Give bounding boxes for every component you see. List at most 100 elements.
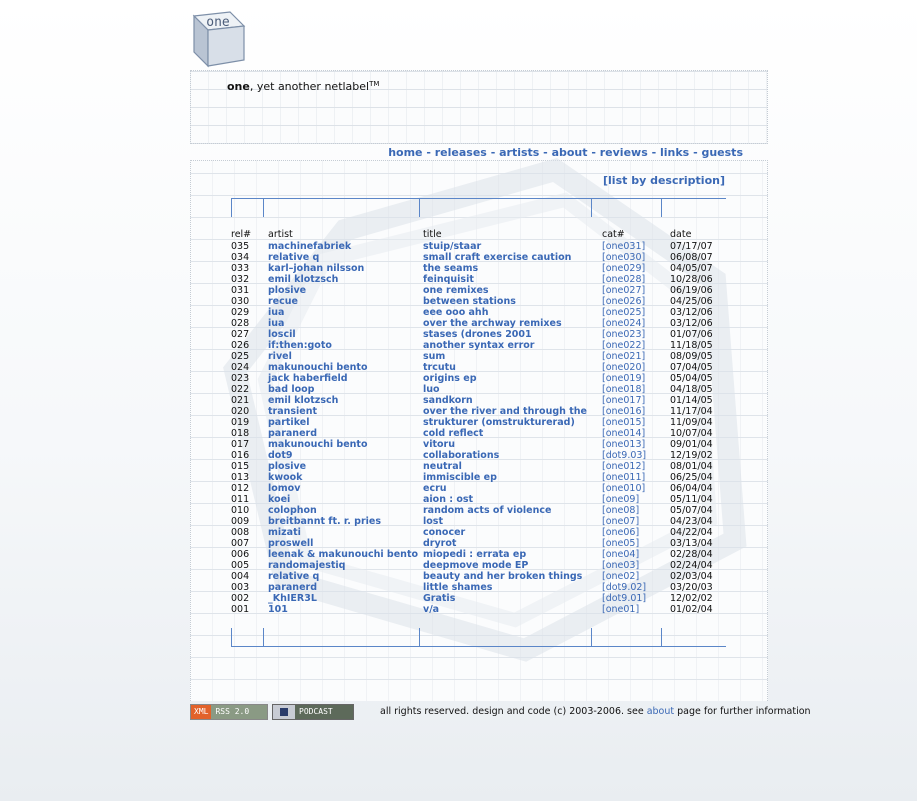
- cell-artist[interactable]: makunouchi bento: [268, 439, 423, 450]
- cell-artist[interactable]: emil klotzsch: [268, 274, 423, 285]
- cell-artist[interactable]: koei: [268, 494, 423, 505]
- nav-home[interactable]: home: [388, 146, 422, 159]
- cell-cat[interactable]: [one029]: [602, 263, 670, 274]
- logo-cube-icon[interactable]: one: [190, 8, 248, 68]
- cell-title[interactable]: over the river and through the: [423, 406, 602, 417]
- cell-title[interactable]: aion : ost: [423, 494, 602, 505]
- nav-releases[interactable]: releases: [435, 146, 487, 159]
- cell-artist[interactable]: recue: [268, 296, 423, 307]
- cell-title[interactable]: little shames: [423, 582, 602, 593]
- nav-about[interactable]: about: [552, 146, 588, 159]
- cell-cat[interactable]: [one019]: [602, 373, 670, 384]
- cell-artist[interactable]: 101: [268, 604, 423, 615]
- cell-artist[interactable]: jack haberfield: [268, 373, 423, 384]
- cell-cat[interactable]: [one025]: [602, 307, 670, 318]
- nav-guests[interactable]: guests: [701, 146, 743, 159]
- cell-artist[interactable]: karl–johan nilsson: [268, 263, 423, 274]
- cell-artist[interactable]: machinefabriek: [268, 241, 423, 252]
- cell-cat[interactable]: [one021]: [602, 351, 670, 362]
- nav-artists[interactable]: artists: [499, 146, 539, 159]
- about-link[interactable]: about: [647, 706, 674, 717]
- cell-title[interactable]: the seams: [423, 263, 602, 274]
- cell-title[interactable]: conocer: [423, 527, 602, 538]
- cell-title[interactable]: stuip/staar: [423, 241, 602, 252]
- cell-title[interactable]: eee ooo ahh: [423, 307, 602, 318]
- cell-cat[interactable]: [one015]: [602, 417, 670, 428]
- cell-title[interactable]: small craft exercise caution: [423, 252, 602, 263]
- cell-artist[interactable]: breitbannt ft. r. pries: [268, 516, 423, 527]
- cell-cat[interactable]: [one031]: [602, 241, 670, 252]
- cell-artist[interactable]: plosive: [268, 285, 423, 296]
- cell-cat[interactable]: [one023]: [602, 329, 670, 340]
- cell-cat[interactable]: [one030]: [602, 252, 670, 263]
- cell-cat[interactable]: [one028]: [602, 274, 670, 285]
- cell-artist[interactable]: transient: [268, 406, 423, 417]
- cell-cat[interactable]: [one05]: [602, 538, 670, 549]
- nav-reviews[interactable]: reviews: [600, 146, 648, 159]
- cell-artist[interactable]: rivel: [268, 351, 423, 362]
- cell-cat[interactable]: [one020]: [602, 362, 670, 373]
- cell-cat[interactable]: [one013]: [602, 439, 670, 450]
- cell-artist[interactable]: bad loop: [268, 384, 423, 395]
- cell-cat[interactable]: [one09]: [602, 494, 670, 505]
- cell-artist[interactable]: iua: [268, 318, 423, 329]
- cell-artist[interactable]: leenak & makunouchi bento: [268, 549, 423, 560]
- cell-title[interactable]: luo: [423, 384, 602, 395]
- cell-cat[interactable]: [one03]: [602, 560, 670, 571]
- cell-artist[interactable]: plosive: [268, 461, 423, 472]
- cell-artist[interactable]: partikel: [268, 417, 423, 428]
- cell-title[interactable]: origins ep: [423, 373, 602, 384]
- cell-artist[interactable]: paranerd: [268, 582, 423, 593]
- list-by-description-link[interactable]: [list by description]: [603, 174, 725, 187]
- cell-artist[interactable]: paranerd: [268, 428, 423, 439]
- cell-cat[interactable]: [one022]: [602, 340, 670, 351]
- cell-title[interactable]: stases (drones 2001: [423, 329, 602, 340]
- cell-artist[interactable]: lomov: [268, 483, 423, 494]
- cell-cat[interactable]: [one026]: [602, 296, 670, 307]
- cell-title[interactable]: feinquisit: [423, 274, 602, 285]
- cell-cat[interactable]: [one02]: [602, 571, 670, 582]
- cell-title[interactable]: between stations: [423, 296, 602, 307]
- cell-cat[interactable]: [one014]: [602, 428, 670, 439]
- cell-cat[interactable]: [one012]: [602, 461, 670, 472]
- cell-title[interactable]: another syntax error: [423, 340, 602, 351]
- cell-cat[interactable]: [one010]: [602, 483, 670, 494]
- cell-cat[interactable]: [one024]: [602, 318, 670, 329]
- cell-cat[interactable]: [one027]: [602, 285, 670, 296]
- cell-artist[interactable]: _KhIER3L: [268, 593, 423, 604]
- cell-artist[interactable]: iua: [268, 307, 423, 318]
- cell-title[interactable]: sum: [423, 351, 602, 362]
- rss-feed-badge[interactable]: XML RSS 2.0: [190, 704, 268, 720]
- cell-artist[interactable]: colophon: [268, 505, 423, 516]
- cell-title[interactable]: cold reflect: [423, 428, 602, 439]
- cell-title[interactable]: vitoru: [423, 439, 602, 450]
- cell-artist[interactable]: makunouchi bento: [268, 362, 423, 373]
- cell-cat[interactable]: [dot9.03]: [602, 450, 670, 461]
- cell-artist[interactable]: relative q: [268, 252, 423, 263]
- cell-artist[interactable]: mizati: [268, 527, 423, 538]
- nav-links[interactable]: links: [660, 146, 689, 159]
- cell-title[interactable]: beauty and her broken things: [423, 571, 602, 582]
- cell-title[interactable]: ecru: [423, 483, 602, 494]
- cell-title[interactable]: immiscible ep: [423, 472, 602, 483]
- cell-artist[interactable]: loscil: [268, 329, 423, 340]
- cell-cat[interactable]: [one07]: [602, 516, 670, 527]
- cell-cat[interactable]: [one018]: [602, 384, 670, 395]
- cell-cat[interactable]: [one016]: [602, 406, 670, 417]
- cell-artist[interactable]: randomajestiq: [268, 560, 423, 571]
- cell-title[interactable]: one remixes: [423, 285, 602, 296]
- cell-title[interactable]: miopedi : errata ep: [423, 549, 602, 560]
- cell-artist[interactable]: kwook: [268, 472, 423, 483]
- podcast-badge[interactable]: PODCAST: [272, 704, 354, 720]
- cell-title[interactable]: trcutu: [423, 362, 602, 373]
- cell-artist[interactable]: proswell: [268, 538, 423, 549]
- cell-title[interactable]: collaborations: [423, 450, 602, 461]
- cell-title[interactable]: Gratis: [423, 593, 602, 604]
- cell-title[interactable]: over the archway remixes: [423, 318, 602, 329]
- cell-title[interactable]: lost: [423, 516, 602, 527]
- cell-title[interactable]: neutral: [423, 461, 602, 472]
- cell-cat[interactable]: [dot9.02]: [602, 582, 670, 593]
- cell-artist[interactable]: dot9: [268, 450, 423, 461]
- cell-artist[interactable]: emil klotzsch: [268, 395, 423, 406]
- cell-cat[interactable]: [one06]: [602, 527, 670, 538]
